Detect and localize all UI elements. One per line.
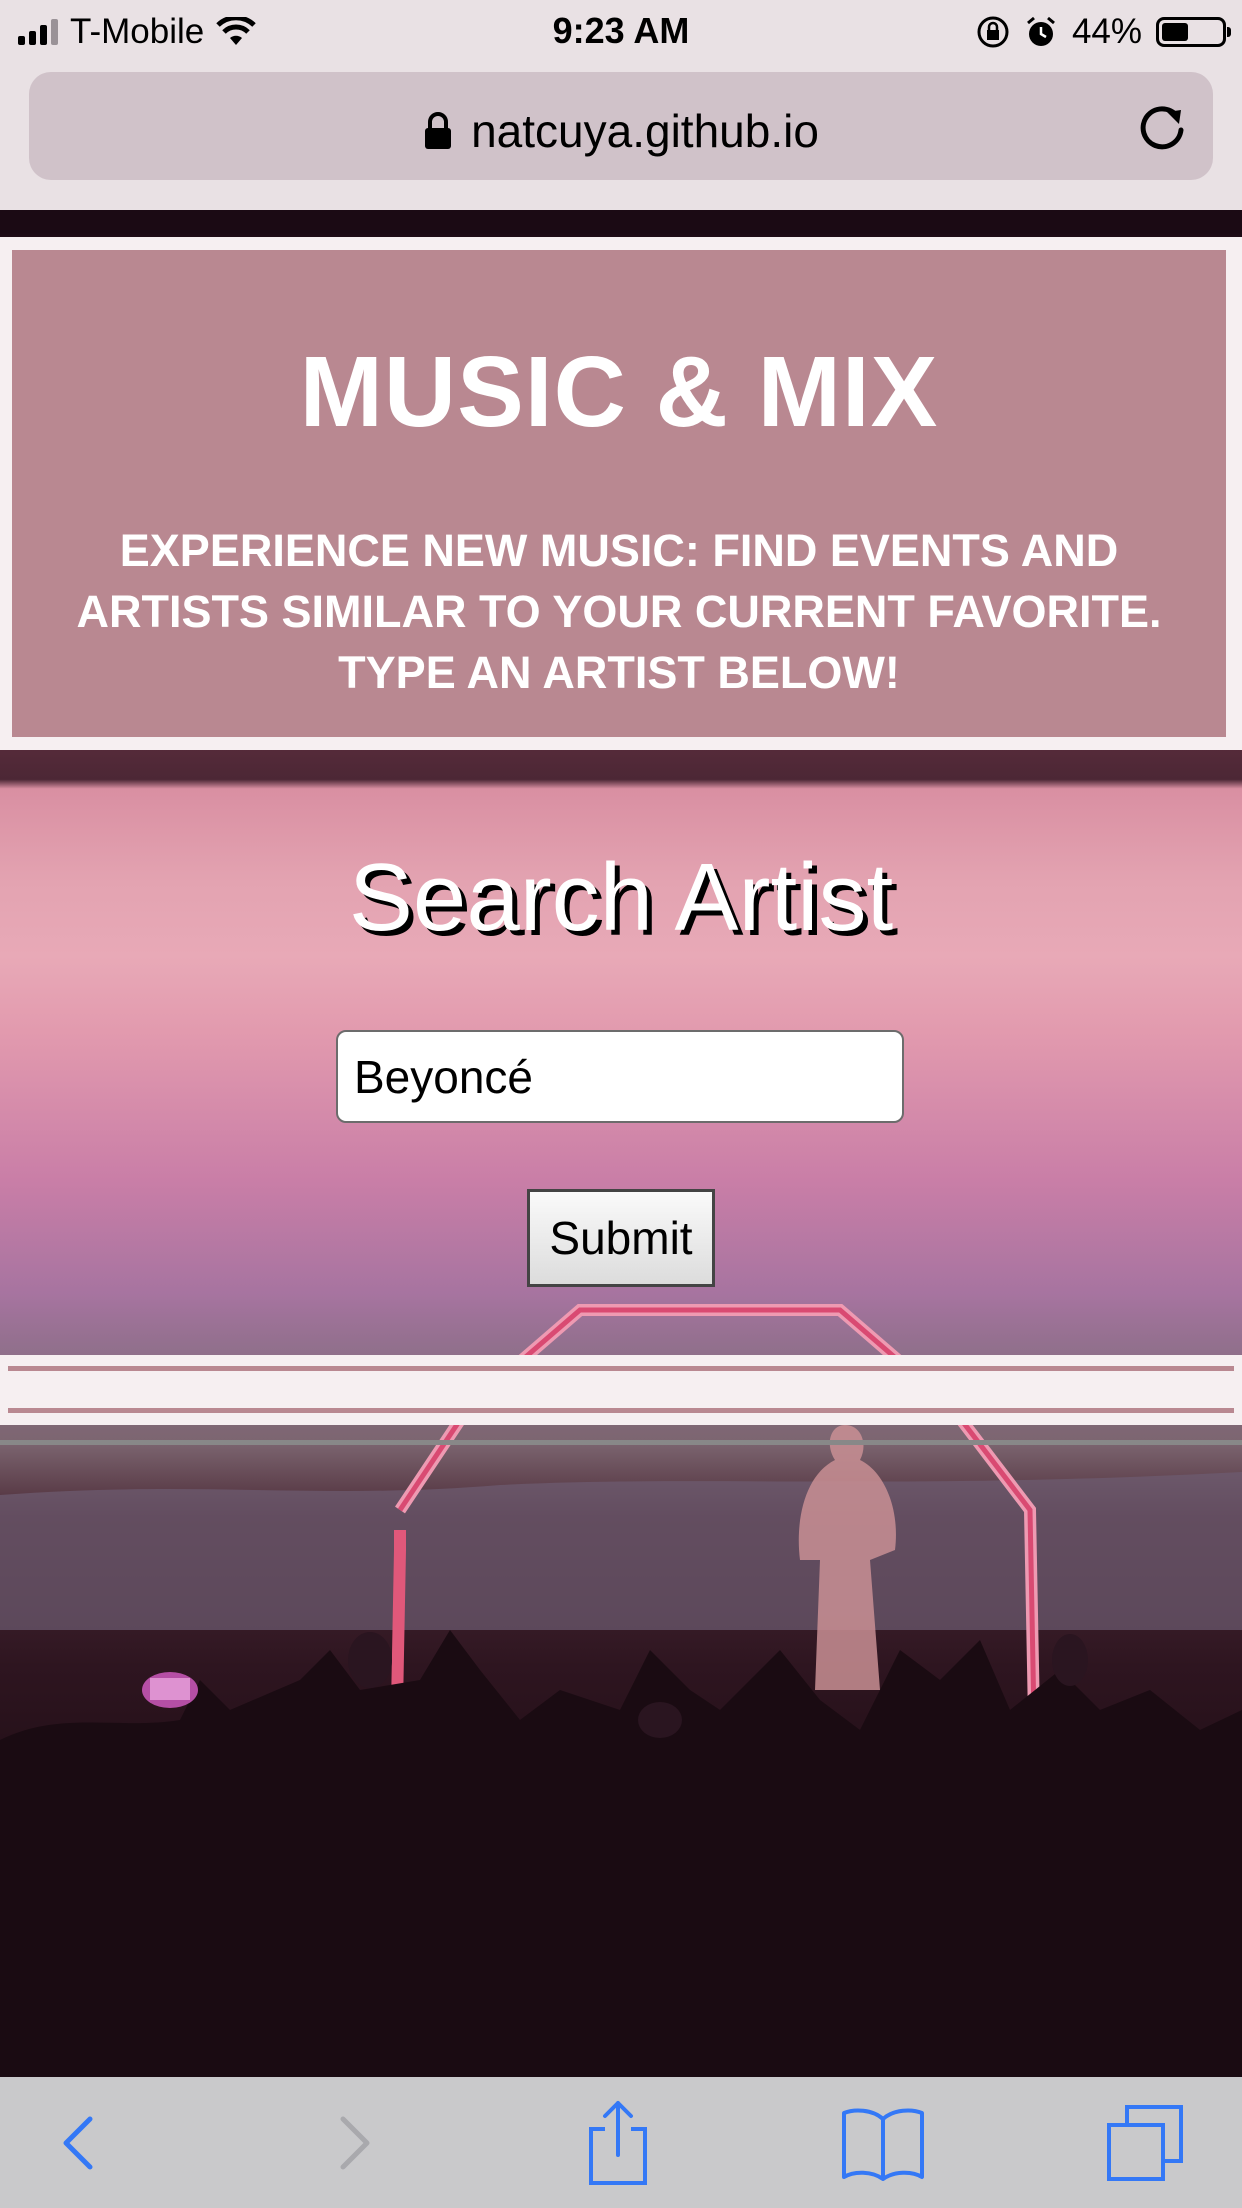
browser-toolbar bbox=[0, 2077, 1242, 2208]
orientation-lock-icon bbox=[977, 16, 1009, 48]
site-title: MUSIC & MIX bbox=[299, 336, 939, 448]
back-button[interactable] bbox=[28, 2095, 128, 2191]
browser-address-area: natcuya.github.io bbox=[0, 62, 1242, 210]
address-bar[interactable]: natcuya.github.io bbox=[29, 72, 1213, 180]
address-display[interactable]: natcuya.github.io bbox=[29, 104, 1213, 158]
web-page: MUSIC & MIX EXPERIENCE NEW MUSIC: FIND E… bbox=[0, 210, 1242, 2077]
bookmarks-button[interactable] bbox=[833, 2095, 933, 2191]
search-heading: Search Artist bbox=[348, 844, 894, 951]
divider-line bbox=[8, 1366, 1234, 1371]
alarm-icon bbox=[1026, 16, 1055, 46]
lock-icon bbox=[425, 111, 452, 149]
back-icon bbox=[63, 2116, 93, 2170]
status-right: 44% bbox=[976, 10, 1231, 54]
tabs-icon bbox=[1107, 2105, 1183, 2181]
battery-icon bbox=[1156, 17, 1231, 47]
share-button[interactable] bbox=[568, 2095, 668, 2191]
site-description: EXPERIENCE NEW MUSIC: FIND EVENTS AND AR… bbox=[76, 525, 1162, 698]
tabs-button[interactable] bbox=[1095, 2095, 1195, 2191]
share-icon bbox=[589, 2101, 647, 2185]
status-bar: T-Mobile 9:23 AM 44% bbox=[0, 0, 1242, 62]
bookmarks-icon bbox=[842, 2108, 924, 2181]
forward-icon bbox=[340, 2116, 370, 2170]
divider-line bbox=[8, 1408, 1234, 1413]
divider-line bbox=[0, 1440, 1242, 1445]
reload-icon[interactable] bbox=[1137, 100, 1189, 152]
submit-button[interactable]: Submit bbox=[527, 1189, 715, 1287]
forward-button[interactable] bbox=[305, 2095, 405, 2191]
hero-banner: MUSIC & MIX EXPERIENCE NEW MUSIC: FIND E… bbox=[7, 245, 1231, 742]
url-text: natcuya.github.io bbox=[471, 105, 819, 157]
artist-search-input[interactable] bbox=[336, 1030, 904, 1123]
battery-percent: 44% bbox=[1071, 12, 1142, 51]
